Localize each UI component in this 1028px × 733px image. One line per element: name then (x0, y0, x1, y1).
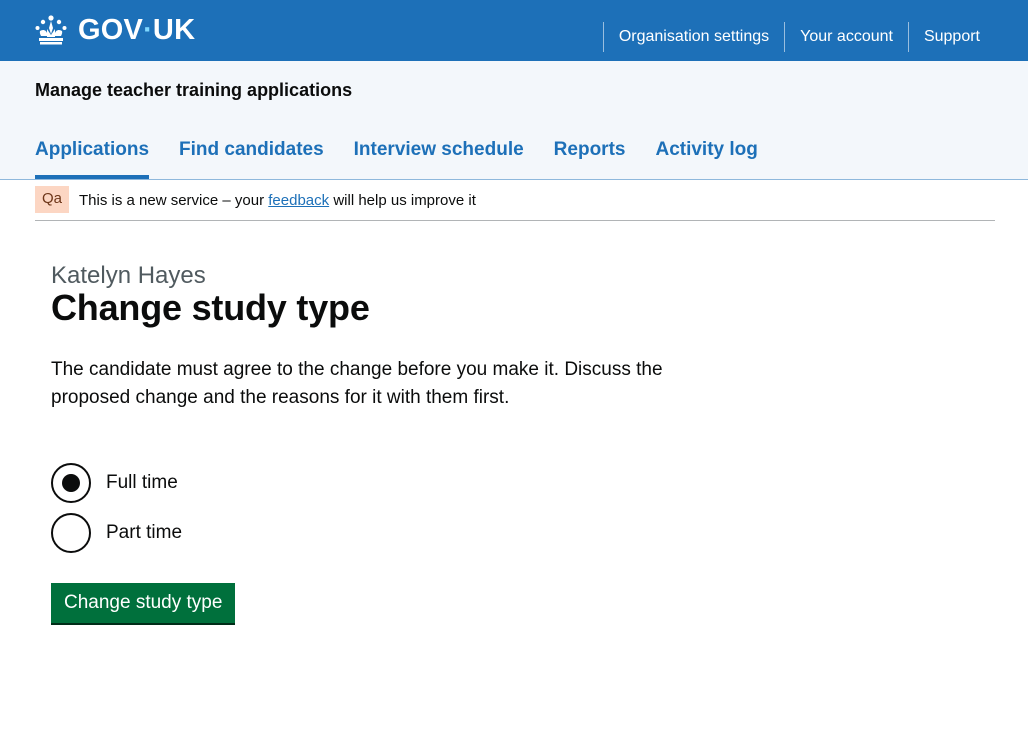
change-study-type-button[interactable]: Change study type (51, 583, 236, 623)
phase-tag: Qa (35, 186, 70, 213)
logo-dot: · (143, 14, 153, 46)
radio-button-checked[interactable] (51, 463, 91, 503)
radio-button-unchecked[interactable] (51, 513, 91, 553)
service-navigation: Manage teacher training applications App… (0, 61, 1028, 180)
primary-navigation: Applications Find candidates Interview s… (35, 137, 788, 179)
phase-text-before: This is a new service – your (79, 191, 269, 209)
page-title: Change study type (51, 287, 370, 328)
nav-item-reports[interactable]: Reports (554, 137, 626, 179)
radio-label-part-time[interactable]: Part time (106, 522, 182, 544)
nav-item-activity-log[interactable]: Activity log (655, 137, 757, 179)
radio-full-time[interactable]: Full time (51, 463, 178, 503)
phase-banner: Qa This is a new service – your feedback… (35, 181, 995, 221)
radio-label-full-time[interactable]: Full time (106, 472, 178, 494)
header-link-support[interactable]: Support (907, 22, 996, 52)
phase-banner-text: This is a new service – your feedback wi… (79, 192, 476, 209)
logo-text: GOV (78, 14, 144, 46)
candidate-name-caption: Katelyn Hayes (51, 262, 206, 289)
logo-text-suffix: UK (152, 14, 196, 46)
hint-text: The candidate must agree to the change b… (51, 359, 663, 408)
header-link-your-account[interactable]: Your account (784, 22, 908, 52)
header-link-organisation-settings[interactable]: Organisation settings (602, 22, 784, 52)
nav-item-find-candidates[interactable]: Find candidates (179, 137, 324, 179)
govuk-logo[interactable]: GOV·UK (34, 12, 195, 48)
feedback-link[interactable]: feedback (268, 192, 329, 209)
crown-icon (35, 15, 67, 45)
radio-part-time[interactable]: Part time (51, 513, 182, 553)
nav-item-applications[interactable]: Applications (35, 137, 150, 179)
service-name[interactable]: Manage teacher training applications (35, 80, 352, 101)
header-navigation: Organisation settings Your account Suppo… (602, 22, 996, 52)
phase-text-after: will help us improve it (329, 191, 476, 209)
govuk-header: GOV·UK Organisation settings Your accoun… (0, 0, 1028, 61)
nav-item-interview-schedule[interactable]: Interview schedule (354, 137, 524, 179)
